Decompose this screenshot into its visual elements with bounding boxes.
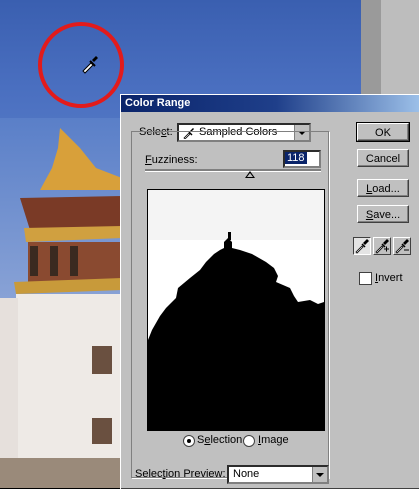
background-panel	[361, 0, 419, 96]
invert-checkbox[interactable]	[359, 272, 372, 285]
selection-preview-dropdown[interactable]: None	[227, 465, 329, 484]
selection-preview-label: Selection Preview:	[135, 468, 226, 480]
image-radio[interactable]	[243, 435, 255, 447]
eyedropper-cursor-icon	[82, 56, 98, 74]
eyedropper-plus-icon	[375, 239, 389, 254]
selection-radio[interactable]	[183, 435, 195, 447]
fuzziness-slider-track[interactable]	[145, 169, 321, 172]
eyedropper-tool-button[interactable]	[353, 237, 371, 255]
eyedropper-plus-tool-button[interactable]	[373, 237, 391, 255]
fuzziness-slider-thumb[interactable]	[245, 171, 255, 178]
eyedropper-minus-icon	[395, 239, 409, 254]
invert-label: Invert	[375, 272, 403, 284]
preview-silhouette	[148, 190, 324, 430]
selection-preview-value: None	[233, 468, 260, 480]
dialog-title: Color Range	[125, 97, 191, 109]
temple-image	[0, 118, 122, 488]
selection-radio-label: Selection	[197, 434, 243, 446]
color-range-dialog: Color Range Select: Sampled Colors Fuzzi…	[120, 94, 419, 489]
ok-button[interactable]: OK	[356, 122, 410, 142]
fuzziness-input[interactable]: 118	[283, 150, 321, 168]
selection-preview-image[interactable]	[147, 189, 325, 431]
fuzziness-label: Fuzziness:	[145, 154, 198, 166]
title-bar[interactable]: Color Range	[121, 95, 419, 112]
eyedropper-icon	[355, 239, 369, 254]
eyedropper-minus-tool-button[interactable]	[393, 237, 411, 255]
fuzziness-value: 118	[285, 152, 307, 164]
cancel-button[interactable]: Cancel	[357, 149, 409, 167]
load-button[interactable]: Load...	[357, 179, 409, 197]
chevron-down-icon[interactable]	[312, 467, 327, 482]
image-radio-label: Image	[258, 434, 289, 446]
save-button[interactable]: Save...	[357, 205, 409, 223]
